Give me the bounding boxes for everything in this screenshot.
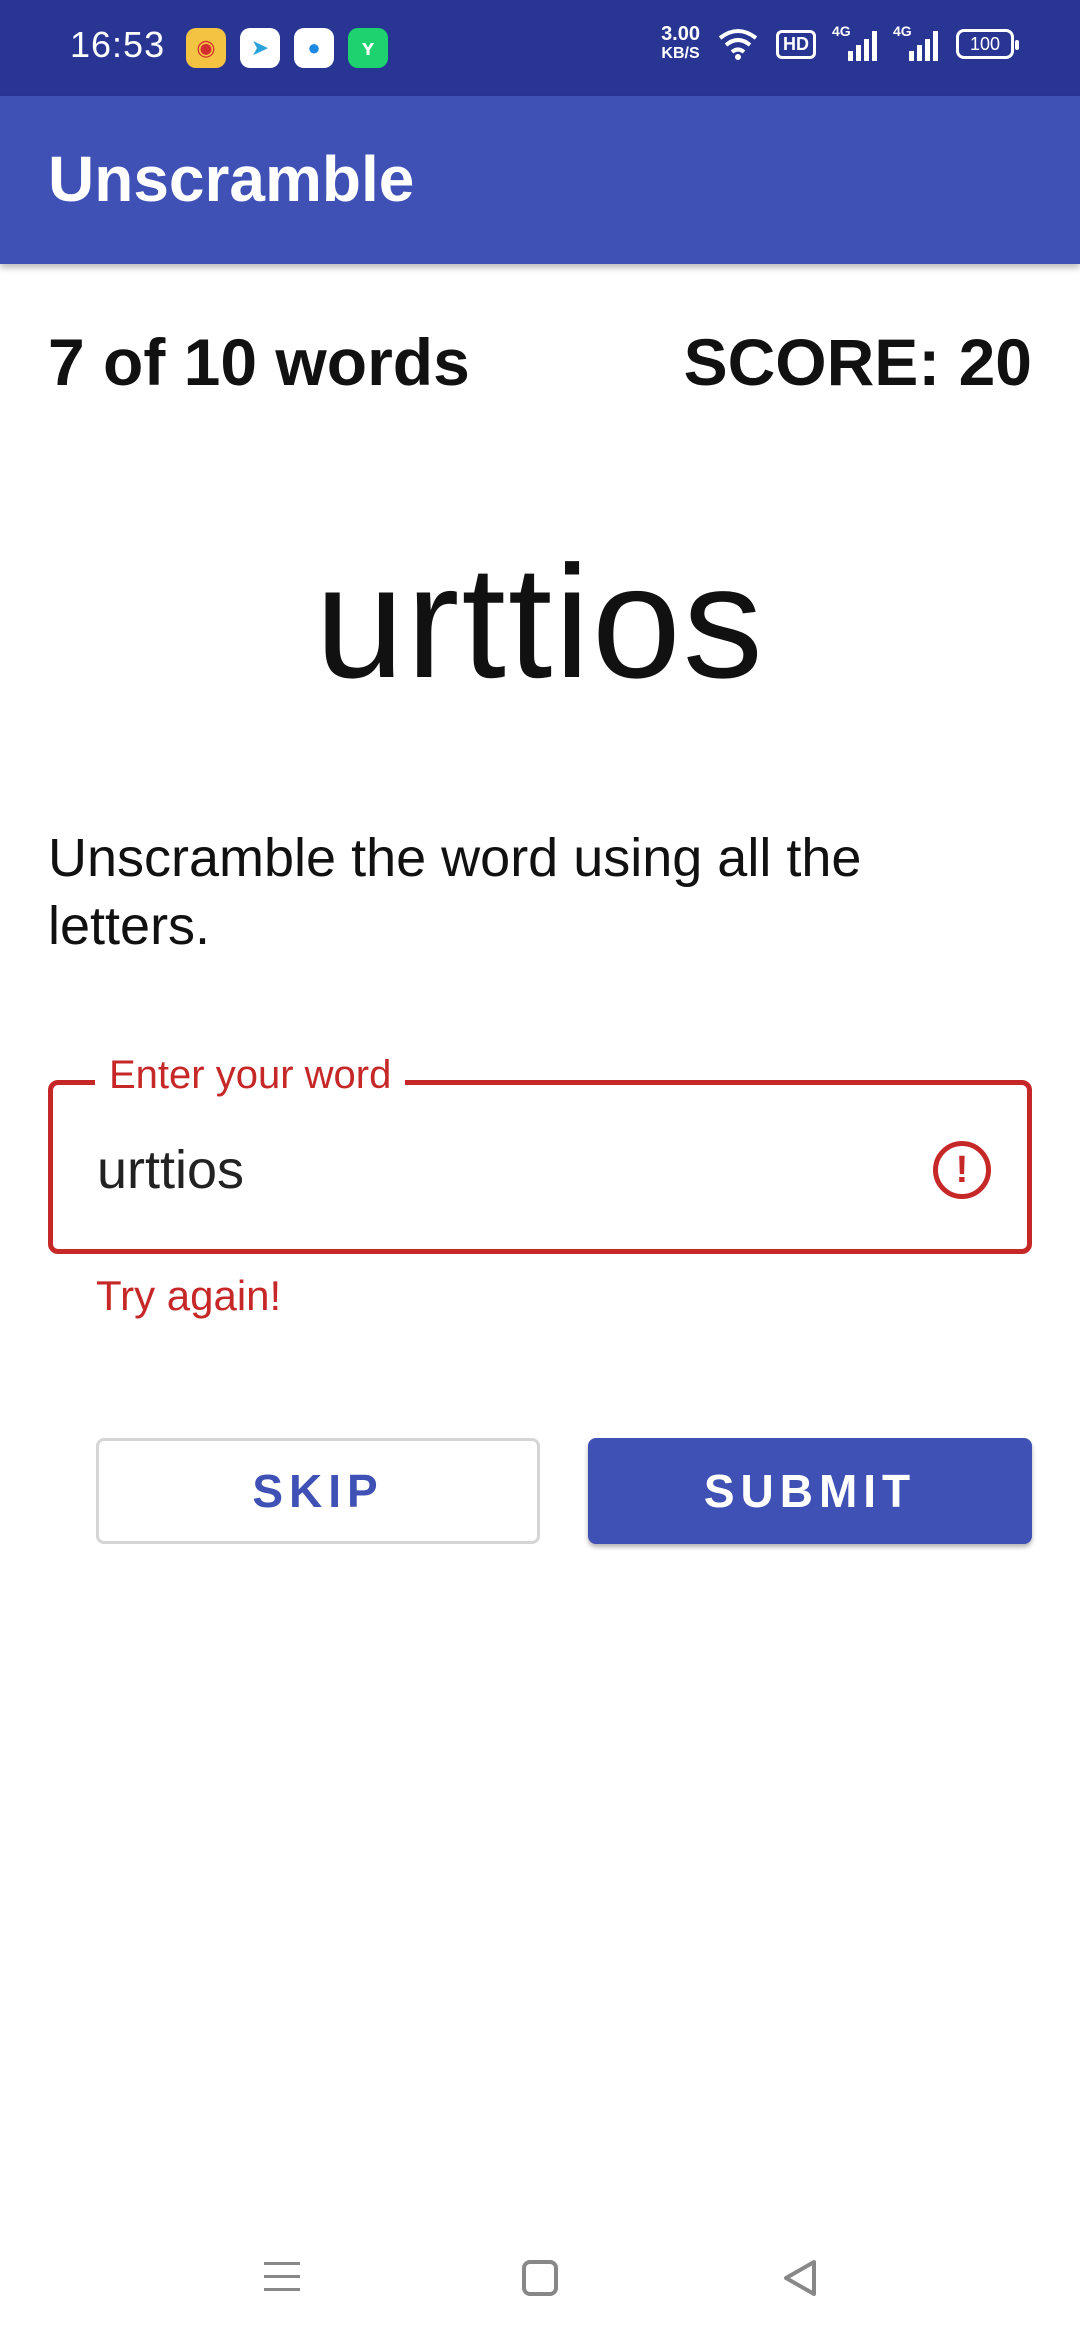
home-icon[interactable] bbox=[522, 2260, 558, 2296]
status-time: 16:53 bbox=[70, 24, 166, 65]
scrambled-word: urttios bbox=[315, 532, 765, 711]
wifi-icon bbox=[718, 29, 758, 60]
word-count: 7 of 10 words bbox=[48, 325, 470, 399]
app-title: Unscramble bbox=[48, 143, 415, 215]
network-speed: 3.00 KB/S bbox=[661, 24, 700, 64]
menu-icon[interactable] bbox=[264, 2262, 300, 2301]
word-input-value[interactable]: urttios bbox=[97, 1139, 244, 1201]
instructions: Unscramble the word using all the letter… bbox=[48, 828, 862, 956]
error-message: Try again! bbox=[96, 1272, 282, 1319]
network-speed-value: 3.00 bbox=[661, 23, 700, 45]
status-right: 3.00 KB/S HD 4G 4G 100 bbox=[661, 23, 1019, 64]
signal-1-label: 4G bbox=[832, 23, 851, 39]
word-input-field[interactable]: Enter your word urttios ! bbox=[48, 1053, 1032, 1254]
back-icon[interactable] bbox=[780, 2258, 820, 2298]
app-bar: Unscramble bbox=[0, 96, 1080, 264]
skip-button[interactable]: SKIP bbox=[96, 1438, 540, 1544]
word-input-label: Enter your word bbox=[95, 1053, 406, 1098]
chat-bubble-icon: ● bbox=[294, 28, 334, 68]
network-speed-unit: KB/S bbox=[661, 45, 700, 62]
signal-icon-2: 4G bbox=[893, 23, 938, 61]
status-bar: 16:53 ◉ ➤ ● ʏ 3.00 KB/S HD 4G 4G 100 bbox=[0, 0, 1080, 96]
signal-icon-1: 4G bbox=[832, 23, 877, 61]
app-icon: ʏ bbox=[348, 28, 388, 68]
error-icon: ! bbox=[933, 1141, 991, 1199]
signal-2-label: 4G bbox=[893, 23, 912, 39]
weibo-icon: ◉ bbox=[186, 28, 226, 68]
battery-icon: 100 bbox=[956, 29, 1019, 59]
telegram-icon: ➤ bbox=[240, 28, 280, 68]
score: SCORE: 20 bbox=[683, 325, 1032, 399]
notification-icons: ◉ ➤ ● ʏ bbox=[186, 28, 388, 68]
submit-button[interactable]: SUBMIT bbox=[588, 1438, 1032, 1544]
navigation-bar bbox=[0, 2220, 1080, 2340]
hd-badge: HD bbox=[776, 29, 816, 59]
